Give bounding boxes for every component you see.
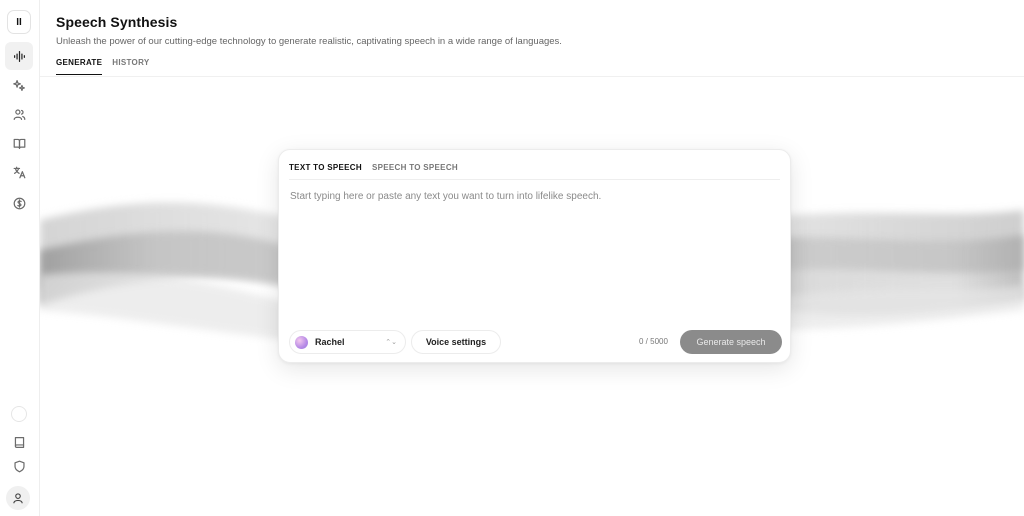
translate-icon (13, 166, 25, 178)
voice-name: Rachel (315, 337, 345, 347)
sidebar-item-voices[interactable] (5, 100, 33, 128)
tab-generate[interactable]: GENERATE (56, 58, 103, 75)
shield-icon (13, 460, 25, 472)
users-icon (13, 108, 25, 120)
sidebar-item-projects[interactable] (5, 129, 33, 157)
account-avatar-button[interactable] (6, 486, 30, 510)
tab-history[interactable]: HISTORY (112, 58, 149, 75)
tab-text-to-speech[interactable]: TEXT TO SPEECH (289, 163, 362, 180)
book-icon (14, 436, 24, 448)
book-open-icon (13, 138, 25, 149)
sidebar-item-voice-lab[interactable] (5, 71, 33, 99)
voice-avatar (295, 335, 308, 349)
waveform-icon (13, 50, 25, 62)
sidebar-item-subscription[interactable] (5, 189, 33, 217)
tts-card: TEXT TO SPEECH SPEECH TO SPEECH Rachel ⌃… (278, 149, 791, 363)
tab-speech-to-speech[interactable]: SPEECH TO SPEECH (372, 163, 458, 180)
voice-select[interactable]: Rachel ⌃⌄ (289, 330, 406, 354)
sidebar-item-privacy[interactable] (5, 452, 33, 480)
sidebar-item-dubbing[interactable] (5, 158, 33, 186)
chevron-up-down-icon: ⌃⌄ (385, 338, 397, 346)
sidebar: II (0, 0, 40, 516)
sparkles-icon (12, 79, 25, 91)
loading-indicator (11, 406, 27, 422)
character-count: 0 / 5000 (639, 337, 668, 346)
card-tabs: TEXT TO SPEECH SPEECH TO SPEECH (289, 163, 458, 180)
sidebar-item-speech-synthesis[interactable] (5, 42, 33, 70)
logo[interactable]: II (7, 10, 31, 34)
page-subtitle: Unleash the power of our cutting-edge te… (56, 36, 562, 47)
voice-settings-button[interactable]: Voice settings (411, 330, 501, 354)
page-tabs: GENERATE HISTORY (56, 58, 149, 75)
coin-icon (13, 197, 25, 209)
user-icon (13, 493, 23, 504)
app-root: II Speech Synthesis Unleash the power of… (0, 0, 1024, 516)
generate-speech-button[interactable]: Generate speech (680, 330, 782, 354)
page-title: Speech Synthesis (56, 14, 178, 30)
text-input[interactable] (290, 191, 780, 321)
page-header: Speech Synthesis Unleash the power of ou… (56, 14, 1024, 47)
header-divider (40, 76, 1024, 77)
card-divider (289, 179, 780, 180)
